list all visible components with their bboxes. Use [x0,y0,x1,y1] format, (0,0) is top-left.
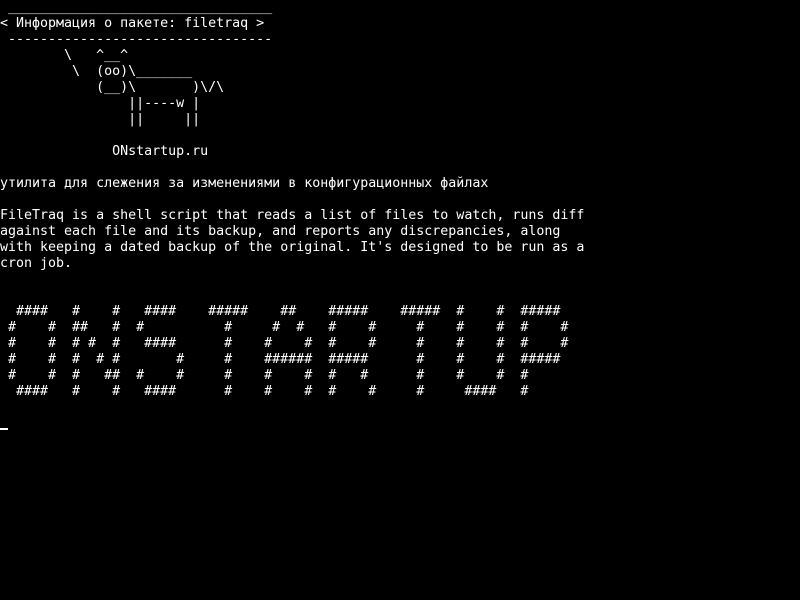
text-cursor [0,428,8,430]
package-description-ru: утилита для слежения за изменениями в ко… [0,176,489,191]
cow-art-line: \ ^__^ [0,48,129,63]
cowsay-bubble-top: _________________________________ [0,0,273,15]
banner-art-line: # # # # # #### # # # # # # # # # # [0,336,569,351]
site-name: ONstartup.ru [0,144,209,159]
banner-art-line: # # # ## # # # # # # # # # # # [0,368,529,383]
cowsay-bubble-bottom: --------------------------------- [0,32,273,47]
banner-art-line: #### # # #### ##### ## ##### ##### # # #… [0,304,561,319]
package-description-en-line: against each file and its backup, and re… [0,224,561,239]
package-description-en-line: FileTraq is a shell script that reads a … [0,208,585,223]
cow-art-line: || || [0,112,201,127]
terminal-screen[interactable]: _________________________________ < Инфо… [0,0,800,600]
banner-art-line: #### # # #### # # # # # # #### # [0,384,529,399]
package-description-en-line: with keeping a dated backup of the origi… [0,240,585,255]
banner-art-line: # # # # # # # ###### ##### # # # ##### [0,352,561,367]
banner-art-line: # # ## # # # # # # # # # # # # [0,320,569,335]
cow-art-line: \ (oo)\_______ [0,64,193,79]
package-description-en-line: cron job. [0,256,73,271]
cow-art-line: (__)\ )\/\ [0,80,225,95]
cow-art-line: ||----w | [0,96,201,111]
cowsay-bubble-text: < Информация о пакете: filetraq > [0,16,265,31]
